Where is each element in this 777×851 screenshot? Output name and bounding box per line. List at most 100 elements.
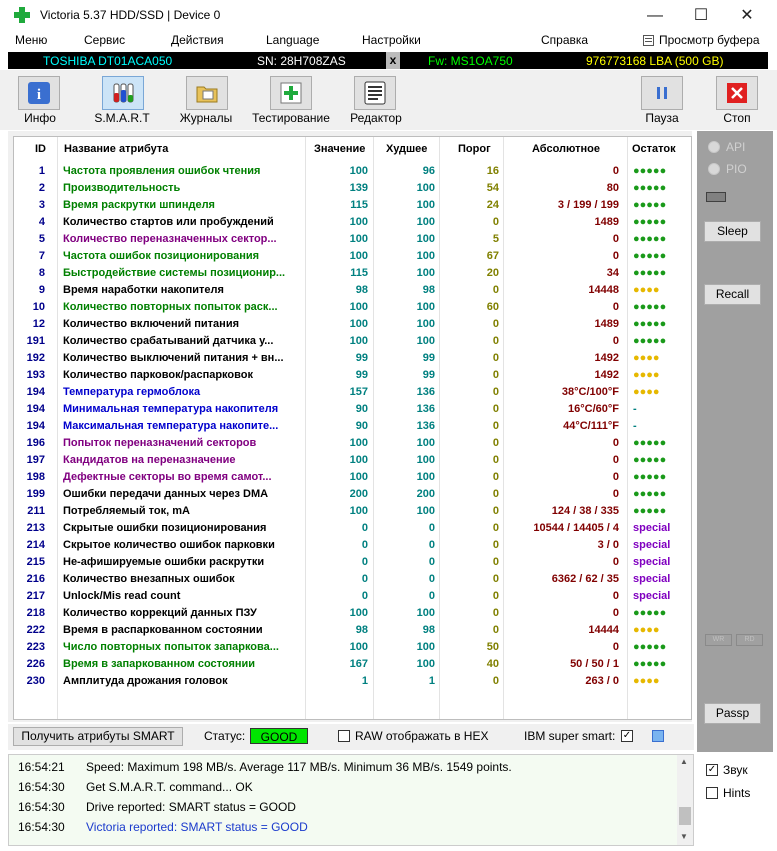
cell-value: 200	[349, 488, 368, 500]
header-name[interactable]: Название атрибута	[64, 143, 168, 155]
sound-checkbox[interactable]: ✓	[706, 764, 718, 776]
cell-raw: 0	[612, 641, 619, 653]
table-row[interactable]: 196 Попыток переназначений секторов 100 100…	[14, 435, 691, 452]
cell-threshold: 40	[486, 658, 499, 670]
test-tubes-icon	[113, 83, 134, 103]
recall-button[interactable]: Recall	[704, 284, 761, 305]
table-row[interactable]: 10 Количество повторных попыток раск... 10…	[14, 299, 691, 316]
table-row[interactable]: 194 Минимальная температура накопителя 90 1…	[14, 401, 691, 418]
table-row[interactable]: 198 Дефектные секторы во время самот... 10…	[14, 469, 691, 486]
table-row[interactable]: 214 Скрытое количество ошибок парковки 0 0 0…	[14, 537, 691, 554]
cell-threshold: 0	[492, 488, 499, 500]
table-row[interactable]: 213 Скрытые ошибки позиционирования 0 0 0 105…	[14, 520, 691, 537]
cell-worst: 200	[416, 488, 435, 500]
cell-raw: 0	[612, 301, 619, 313]
cell-name: Количество стартов или пробуждений	[63, 216, 274, 228]
scroll-thumb[interactable]	[679, 807, 691, 825]
editor-button[interactable]	[354, 76, 396, 110]
cell-value: 99	[355, 352, 368, 364]
scroll-down-icon[interactable]: ▼	[680, 832, 688, 841]
cell-name: Время наработки накопителя	[63, 284, 224, 296]
stop-button[interactable]	[716, 76, 758, 110]
table-row[interactable]: 226 Время в запаркованном состоянии 167 100…	[14, 656, 691, 673]
cell-remaining: ●●●●	[633, 352, 660, 364]
table-row[interactable]: 222 Время в распаркованном состоянии 98 98 0…	[14, 622, 691, 639]
cell-raw: 16°C/60°F	[568, 403, 619, 415]
table-row[interactable]: 217 Unlock/Mis read count 0 0 0 0 special	[14, 588, 691, 605]
table-row[interactable]: 193 Количество парковок/распарковок 99 99 0 1…	[14, 367, 691, 384]
table-row[interactable]: 197 Кандидатов на переназначение 100 100 0 0 ●…	[14, 452, 691, 469]
raw-hex-checkbox[interactable]	[338, 730, 350, 742]
pause-button[interactable]	[641, 76, 683, 110]
table-row[interactable]: 9 Время наработки накопителя 98 98 0 14448 ●●●…	[14, 282, 691, 299]
logs-button[interactable]	[186, 76, 228, 110]
cell-threshold: 60	[486, 301, 499, 313]
table-row[interactable]: 215 Не-афишируемые ошибки раскрутки 0 0 0 0 sp…	[14, 554, 691, 571]
menu-buffer-view[interactable]: Просмотр буфера	[659, 33, 760, 47]
logs-label: Журналы	[179, 111, 233, 125]
cell-raw: 1492	[594, 369, 619, 381]
table-row[interactable]: 211 Потребляемый ток, mA 100 100 0 124 / 38 /…	[14, 503, 691, 520]
header-worst[interactable]: Худшее	[386, 143, 427, 155]
testing-button[interactable]	[270, 76, 312, 110]
table-row[interactable]: 192 Количество выключений питания + вн...…	[14, 350, 691, 367]
table-row[interactable]: 4 Количество стартов или пробуждений 100 10…	[14, 214, 691, 231]
table-row[interactable]: 218 Количество коррекций данных ПЗУ 100 100…	[14, 605, 691, 622]
get-smart-button[interactable]: Получить атрибуты SMART	[13, 727, 183, 746]
table-row[interactable]: 7 Частота ошибок позиционирования 100 100 67…	[14, 248, 691, 265]
menu-settings[interactable]: Настройки	[362, 33, 421, 47]
header-remaining[interactable]: Остаток	[632, 143, 676, 155]
cell-id: 197	[26, 454, 45, 466]
table-row[interactable]: 191 Количество срабатываний датчика у... 1…	[14, 333, 691, 350]
header-raw[interactable]: Абсолютное	[532, 143, 600, 155]
cell-raw: 1492	[594, 352, 619, 364]
menu-language[interactable]: Language	[266, 33, 319, 47]
table-row[interactable]: 199 Ошибки передачи данных через DMA 200 20…	[14, 486, 691, 503]
cell-raw: 0	[612, 437, 619, 449]
menu-help[interactable]: Справка	[541, 33, 588, 47]
maximize-button[interactable]: ☐	[678, 0, 724, 31]
log-scrollbar[interactable]: ▲ ▼	[677, 755, 693, 845]
drive-close-x[interactable]: x	[386, 52, 400, 69]
table-row[interactable]: 230 Амплитуда дрожания головок 1 1 0 263 / 0 ●…	[14, 673, 691, 690]
cell-id: 217	[26, 590, 45, 602]
cell-name: Попыток переназначений секторов	[63, 437, 257, 449]
cell-threshold: 0	[492, 624, 499, 636]
cell-raw: 0	[612, 454, 619, 466]
menu-main[interactable]: Меню	[15, 33, 47, 47]
cell-threshold: 5	[492, 233, 499, 245]
table-row[interactable]: 1 Частота проявления ошибок чтения 100 96 16…	[14, 163, 691, 180]
menu-actions[interactable]: Действия	[171, 33, 224, 47]
cell-worst: 98	[422, 624, 435, 636]
table-row[interactable]: 194 Температура гермоблока 157 136 0 38°C/100…	[14, 384, 691, 401]
header-value[interactable]: Значение	[314, 143, 365, 155]
sleep-button[interactable]: Sleep	[704, 221, 761, 242]
smart-button[interactable]	[102, 76, 144, 110]
api-radio[interactable]	[708, 141, 720, 153]
cell-id: 194	[26, 386, 45, 398]
cell-value: 1	[361, 675, 368, 687]
table-row[interactable]: 223 Число повторных попыток запаркова... 1…	[14, 639, 691, 656]
header-threshold[interactable]: Порог	[458, 143, 491, 155]
table-row[interactable]: 5 Количество переназначенных сектор... 100…	[14, 231, 691, 248]
table-row[interactable]: 8 Быстродействие системы позиционир... 115…	[14, 265, 691, 282]
drive-serial: SN: 28H708ZAS	[257, 54, 346, 68]
table-row[interactable]: 2 Производительность 139 100 54 80 ●●●●●	[14, 180, 691, 197]
pio-radio[interactable]	[708, 163, 720, 175]
cell-value: 99	[355, 369, 368, 381]
close-button[interactable]: ✕	[724, 0, 770, 31]
table-row[interactable]: 12 Количество включений питания 100 100 0 148…	[14, 316, 691, 333]
cell-value: 139	[349, 182, 368, 194]
table-row[interactable]: 3 Время раскрутки шпинделя 115 100 24 3 / 199…	[14, 197, 691, 214]
menu-service[interactable]: Сервис	[84, 33, 125, 47]
minimize-button[interactable]: —	[632, 0, 678, 31]
info-button[interactable]: i	[18, 76, 60, 110]
color-swatch[interactable]	[652, 730, 664, 742]
table-row[interactable]: 216 Количество внезапных ошибок 0 0 0 6362 / …	[14, 571, 691, 588]
hints-checkbox[interactable]	[706, 787, 718, 799]
table-row[interactable]: 194 Максимальная температура накопите... 9…	[14, 418, 691, 435]
header-id[interactable]: ID	[35, 143, 46, 155]
passp-button[interactable]: Passp	[704, 703, 761, 724]
scroll-up-icon[interactable]: ▲	[680, 757, 688, 766]
ibm-super-smart-checkbox[interactable]: ✓	[621, 730, 633, 742]
